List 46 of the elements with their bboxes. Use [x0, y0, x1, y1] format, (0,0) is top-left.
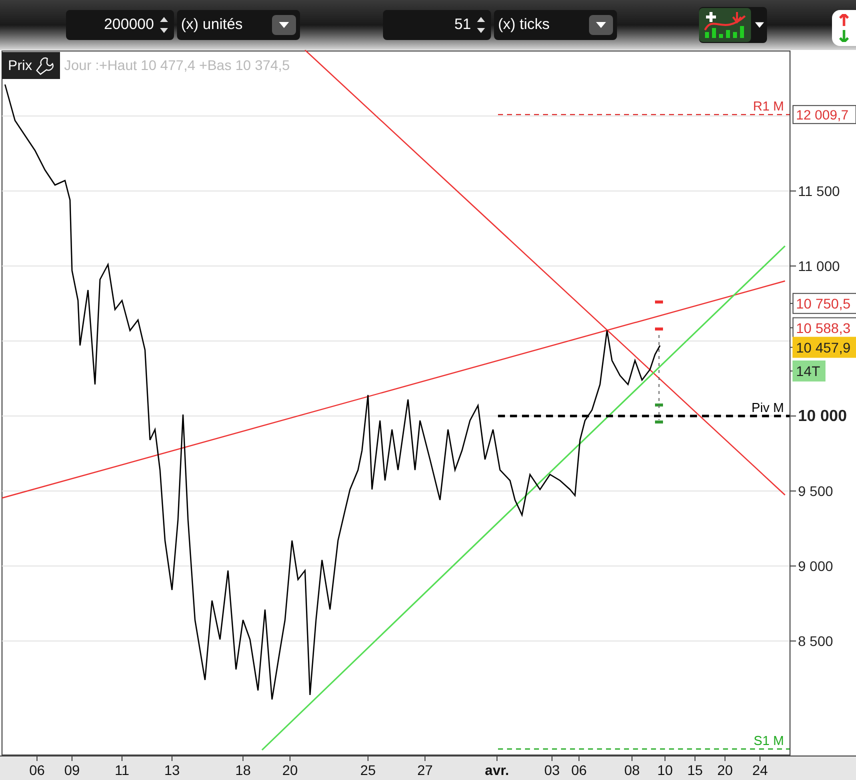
timer-tag: 14T [790, 360, 826, 382]
y-axis-label: 10 000 [798, 408, 847, 425]
unit-dropdown[interactable]: (x) ticks [494, 10, 617, 40]
x-axis-label: 11 [114, 762, 130, 778]
x-axis-label: 27 [417, 762, 433, 778]
caret-icon [754, 22, 764, 28]
x-axis-label: 09 [64, 762, 80, 778]
y-axis-label: 8 500 [798, 633, 834, 649]
x-axis-label: avr. [484, 762, 510, 778]
x-axis-label: 20 [717, 762, 733, 778]
x-axis-label: 18 [235, 762, 251, 778]
daily-high-low-text: Jour :+Haut 10 477,4 +Bas 10 374,5 [64, 56, 290, 75]
caret-icon [279, 22, 289, 28]
x-axis-label: 15 [687, 762, 703, 778]
x-axis-label: 10 [657, 762, 673, 778]
unit-dropdown[interactable]: (x) unités [177, 10, 300, 40]
wrench-icon[interactable] [36, 56, 54, 74]
up-down-arrows-icon [836, 14, 852, 42]
trade-arrows-button[interactable] [832, 10, 856, 46]
dropdown-caret-button[interactable] [589, 15, 613, 35]
y-axis-label: 11 000 [798, 258, 840, 274]
x-axis-label: 25 [360, 762, 376, 778]
price-tag: 12 009,7 [792, 105, 856, 124]
x-axis-label: 13 [164, 762, 180, 778]
x-axis-label: 06 [571, 762, 587, 778]
number-field[interactable]: 51 [383, 10, 491, 40]
chart-tools-button[interactable] [699, 8, 751, 42]
y-axis-label: 9 000 [798, 558, 834, 574]
caret-icon [596, 22, 606, 28]
x-axis-label: 20 [282, 762, 298, 778]
y-axis-label: 9 500 [798, 483, 834, 499]
price-tag: 10 750,5 [790, 292, 856, 314]
x-axis-label: 08 [624, 762, 640, 778]
price-label: Prix [2, 52, 60, 79]
x-axis-label: 06 [29, 762, 45, 778]
level-label: R1 M [752, 98, 784, 114]
price-tag: 10 588,3 [790, 317, 856, 338]
level-label: S1 M [754, 733, 784, 748]
price-tag: 10 457,9 [790, 336, 856, 358]
level-label: Piv M [752, 400, 784, 415]
x-axis-label: 24 [752, 762, 768, 778]
y-axis-label: 11 500 [798, 183, 840, 199]
x-axis-label: 03 [544, 762, 560, 778]
chart-indicator-icon [703, 10, 747, 40]
dropdown-caret-button[interactable] [272, 15, 296, 35]
number-field[interactable]: 200000 [66, 10, 174, 40]
